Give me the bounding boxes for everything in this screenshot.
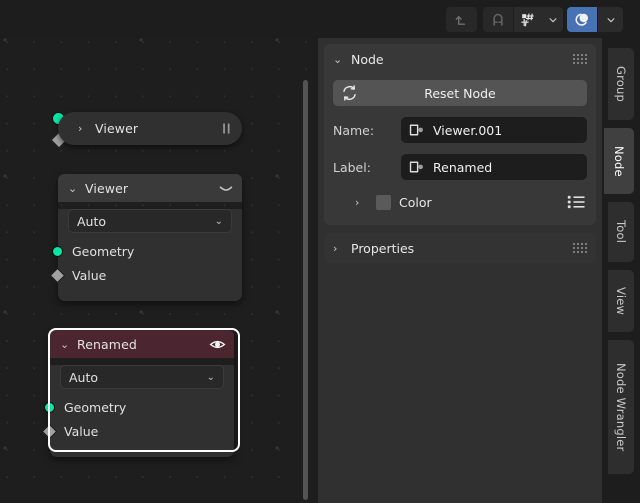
node-header[interactable]: ⌄ Viewer <box>58 174 242 202</box>
reset-node-label: Reset Node <box>424 85 496 101</box>
collapse-arrow-icon[interactable]: › <box>78 123 89 134</box>
viewer-domain-dropdown[interactable]: Auto ⌄ <box>68 209 232 233</box>
snap-dropdown[interactable] <box>542 7 563 32</box>
properties-panel-title: Properties <box>351 240 415 256</box>
geometry-socket[interactable] <box>52 245 63 257</box>
collapse-arrow-icon[interactable]: ⌄ <box>60 339 71 350</box>
node-icon <box>409 123 424 137</box>
node-header[interactable]: ⌄ Renamed <box>50 330 234 358</box>
input-row-geometry: Geometry <box>52 239 242 263</box>
label-input[interactable]: Renamed <box>401 154 587 180</box>
tab-label: Group <box>614 65 628 102</box>
collapse-arrow-icon[interactable]: ⌄ <box>333 54 344 65</box>
sidebar-tab-node-wrangler[interactable]: Node Wrangler <box>608 340 634 474</box>
node-title: Viewer <box>85 180 129 196</box>
properties-panel-header[interactable]: › Properties <box>324 233 596 263</box>
viewer-node-collapsed[interactable]: › Viewer <box>58 112 242 145</box>
socket-label: Value <box>64 423 99 439</box>
eye-closed-icon[interactable] <box>218 182 234 195</box>
node-icon <box>409 160 424 174</box>
name-input-value: Viewer.001 <box>433 122 503 138</box>
reset-node-button[interactable]: Reset Node <box>333 80 587 106</box>
value-socket[interactable] <box>49 267 66 283</box>
node-panel-title: Node <box>351 51 384 67</box>
node-title: Renamed <box>77 336 137 352</box>
node-panel-body: Reset Node Name: Viewer.001 Label: Renam… <box>324 70 596 225</box>
socket-label: Geometry <box>64 399 127 415</box>
proportional-editing-group <box>567 7 623 32</box>
node-body: Auto ⌄ Geometry Value <box>49 209 242 301</box>
tab-label: View <box>614 286 628 316</box>
node-header[interactable]: › Viewer <box>58 112 242 145</box>
color-swatch[interactable] <box>376 194 391 210</box>
input-row-value: Value <box>41 419 234 443</box>
snap-magnet-toggle[interactable] <box>483 7 513 32</box>
n-panel-sidebar: ⌄ Node Reset Node Name: Viewer.001 Label… <box>318 38 602 503</box>
color-subpanel-row[interactable]: › Color <box>333 189 587 215</box>
blender-node-editor: › Viewer ⌄ Viewer Auto ⌄ Geometry Value … <box>0 0 640 503</box>
proportional-editing-toggle[interactable] <box>567 7 597 32</box>
node-body: Auto ⌄ Geometry Value <box>41 365 234 457</box>
magnet-icon <box>493 13 503 26</box>
pause-bars-icon[interactable] <box>221 122 232 135</box>
socket-label: Value <box>72 267 107 283</box>
value-socket[interactable] <box>41 423 58 439</box>
name-input[interactable]: Viewer.001 <box>401 117 587 143</box>
color-label: Color <box>399 194 432 210</box>
properties-panel: › Properties <box>324 233 596 263</box>
chevron-down-icon: ⌄ <box>214 215 223 227</box>
sidebar-tab-group[interactable]: Group <box>608 48 634 120</box>
socket-label: Geometry <box>72 243 135 259</box>
input-row-geometry: Geometry <box>44 395 234 419</box>
eye-open-icon[interactable] <box>209 338 226 351</box>
tab-label: Tool <box>614 220 628 244</box>
tab-label: Node Wrangler <box>614 362 628 452</box>
canvas-vertical-scrollbar[interactable] <box>303 80 308 500</box>
dropdown-value: Auto <box>77 213 107 229</box>
panel-drag-grip[interactable] <box>573 243 587 253</box>
node-title: Viewer <box>95 121 139 136</box>
collapse-arrow-icon[interactable]: › <box>355 197 366 208</box>
geometry-socket[interactable] <box>44 401 55 413</box>
dropdown-value: Auto <box>69 369 99 385</box>
tab-label: Node <box>612 145 626 177</box>
arrow-up-left-icon <box>455 15 466 25</box>
panel-drag-grip[interactable] <box>573 54 587 64</box>
proportional-falloff-dropdown[interactable] <box>598 7 623 32</box>
name-field-row: Name: Viewer.001 <box>333 117 587 143</box>
list-options-icon[interactable] <box>567 195 587 209</box>
chevron-down-icon <box>549 17 556 22</box>
sidebar-tab-tool[interactable]: Tool <box>608 202 634 262</box>
name-field-label: Name: <box>333 122 375 138</box>
refresh-icon <box>340 84 359 103</box>
chevron-down-icon <box>607 17 614 22</box>
label-field-row: Label: Renamed <box>333 154 587 180</box>
snap-target-button[interactable] <box>514 7 542 32</box>
collapse-arrow-icon[interactable]: › <box>333 243 344 254</box>
collapse-arrow-icon[interactable]: ⌄ <box>68 183 79 194</box>
renamed-node[interactable]: ⌄ Renamed Auto ⌄ Geometry Value <box>41 330 234 457</box>
top-header-bar <box>0 0 640 38</box>
sidebar-tab-node[interactable]: Node <box>604 128 634 194</box>
node-editor-canvas[interactable]: › Viewer ⌄ Viewer Auto ⌄ Geometry Value … <box>0 38 312 503</box>
label-input-value: Renamed <box>433 159 493 175</box>
viewer-domain-dropdown[interactable]: Auto ⌄ <box>60 365 224 389</box>
proportional-editing-icon <box>574 13 588 26</box>
node-panel: ⌄ Node Reset Node Name: Viewer.001 Label… <box>324 44 596 225</box>
snap-group <box>483 7 563 32</box>
label-field-label: Label: <box>333 159 371 175</box>
parent-up-button[interactable] <box>446 7 477 32</box>
chevron-down-icon: ⌄ <box>206 371 215 383</box>
snap-grid-icon <box>521 13 534 27</box>
input-row-value: Value <box>49 263 242 287</box>
viewer-node-expanded[interactable]: ⌄ Viewer Auto ⌄ Geometry Value <box>49 174 242 301</box>
sidebar-tab-view[interactable]: View <box>608 270 634 332</box>
sidebar-tab-strip: Group Node Tool View Node Wrangler <box>602 38 640 503</box>
parent-up-group <box>446 7 477 32</box>
